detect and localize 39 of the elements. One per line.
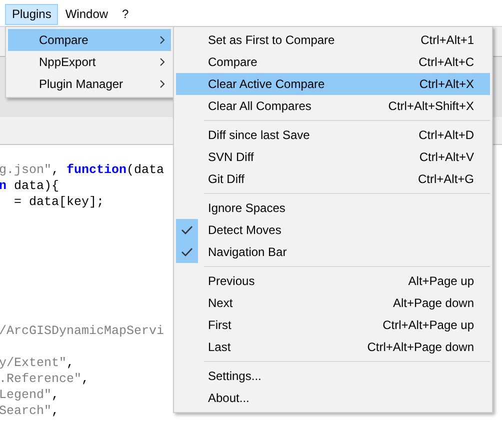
menu-item[interactable]: Detect Moves [176, 219, 490, 241]
menu-item[interactable]: Previous Alt+Page up [176, 270, 490, 292]
shortcut-text: Ctrl+Alt+Shift+X [388, 99, 475, 113]
shortcut-text: Ctrl+Alt+X [419, 77, 475, 91]
code-line: /ArcGISDynamicMapServi [0, 323, 164, 339]
menu-item[interactable]: Compare [8, 29, 171, 51]
shortcut-text: Ctrl+Alt+D [418, 128, 475, 142]
menu-item[interactable]: Next Alt+Page down [176, 292, 490, 314]
shortcut-text: Ctrl+Alt+C [418, 55, 475, 69]
shortcut-text: Alt+Page up [408, 274, 475, 288]
shortcut-text: Ctrl+Alt+Page down [367, 340, 475, 354]
menu-item[interactable]: Git Diff Ctrl+Alt+G [176, 168, 490, 190]
menu-item[interactable]: First Ctrl+Alt+Page up [176, 314, 490, 336]
code-line: Legend", [0, 387, 60, 403]
menu-item[interactable]: Last Ctrl+Alt+Page down [176, 336, 490, 358]
shortcut-text: Ctrl+Alt+V [419, 150, 475, 164]
shortcut-text: Ctrl+Alt+Page up [382, 318, 475, 332]
menu-item[interactable]: Clear Active Compare Ctrl+Alt+X [176, 73, 490, 95]
menu-item[interactable]: Settings... [176, 365, 490, 387]
menu-item[interactable]: Plugin Manager [8, 73, 171, 95]
menu-item[interactable]: Ignore Spaces [176, 197, 490, 219]
code-line: g.json", function(data [0, 162, 164, 178]
shortcut-text: Alt+Page down [392, 296, 475, 310]
menu-bar-item[interactable]: Window [58, 4, 116, 24]
code-line: = data[key]; [13, 194, 104, 210]
shortcut-text: Ctrl+Alt+G [418, 172, 475, 186]
menu-item[interactable]: Set as First to Compare Ctrl+Alt+1 [176, 29, 490, 51]
menu-item[interactable]: About... [176, 387, 490, 409]
menu-item[interactable]: NppExport [8, 51, 171, 73]
menu-item[interactable]: Compare Ctrl+Alt+C [176, 51, 490, 73]
code-line: n data){ [0, 178, 60, 194]
menu-bar-item[interactable]: Plugins [5, 4, 58, 24]
code-line: .Reference", [0, 371, 90, 387]
shortcut-text: Ctrl+Alt+1 [420, 33, 475, 47]
menu-item[interactable]: Clear All Compares Ctrl+Alt+Shift+X [176, 95, 490, 117]
menu-item[interactable]: Navigation Bar [176, 241, 490, 263]
menu-item[interactable]: SVN Diff Ctrl+Alt+V [176, 146, 490, 168]
menu-bar-item[interactable]: ? [115, 4, 136, 24]
menu-item[interactable]: Diff since last Save Ctrl+Alt+D [176, 124, 490, 146]
